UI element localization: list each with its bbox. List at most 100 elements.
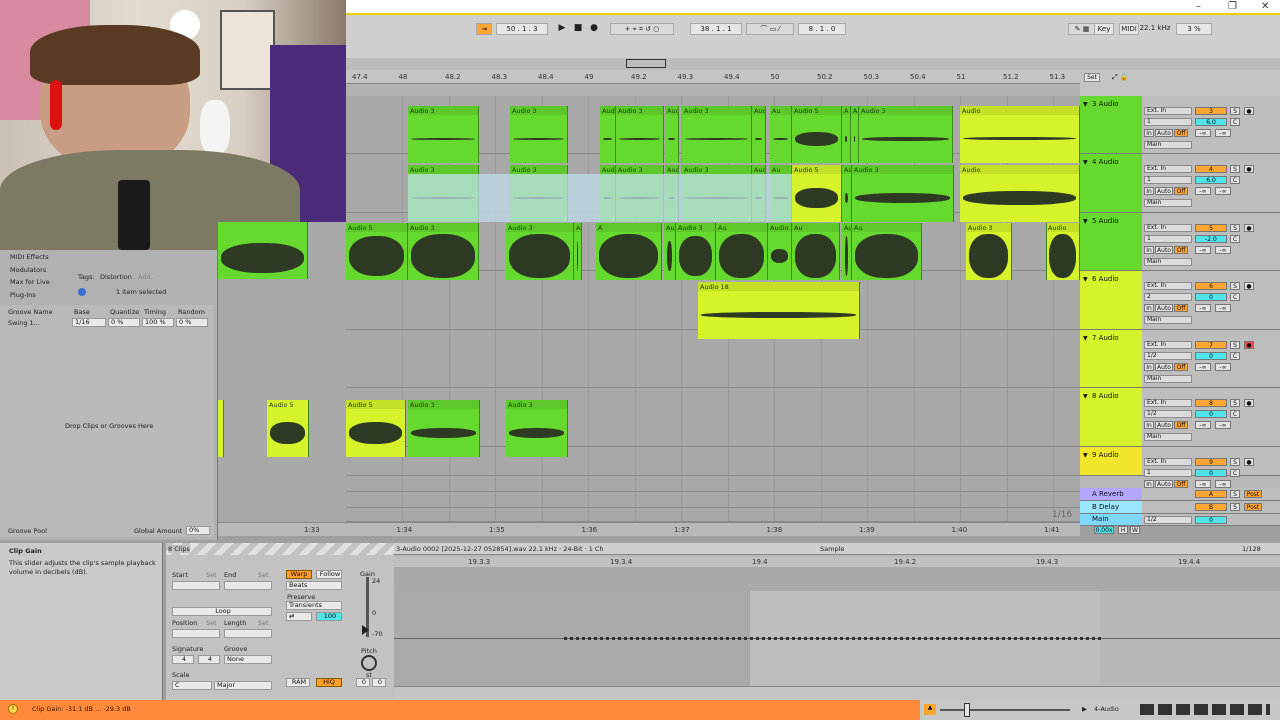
overview-viewport[interactable]	[626, 59, 666, 68]
length-field[interactable]	[224, 629, 272, 638]
status-arrow-icon[interactable]: ▶	[1082, 705, 1087, 713]
audio-clip[interactable]: Au	[770, 106, 792, 163]
position-set-button[interactable]: Set	[206, 619, 217, 627]
audio-clip[interactable]: Audio 3	[506, 400, 568, 457]
send-a[interactable]: -∞	[1195, 246, 1211, 254]
audio-clip[interactable]: Au	[716, 223, 768, 280]
track-name[interactable]: 8 Audio	[1092, 392, 1119, 400]
start-set-button[interactable]: Set	[206, 571, 217, 579]
audio-clip[interactable]: Audio	[1046, 223, 1080, 280]
input-channel-select[interactable]: 1	[1144, 469, 1192, 477]
output-select[interactable]: Main	[1144, 258, 1192, 266]
track-name[interactable]: 3 Audio	[1092, 100, 1119, 108]
monitor-in[interactable]: In	[1144, 246, 1154, 254]
input-channel-select[interactable]: 1	[1144, 118, 1192, 126]
fold-icon[interactable]: ▼	[1083, 335, 1088, 342]
monitor-off[interactable]: Off	[1174, 246, 1188, 254]
browser-item-midi-effects[interactable]: MIDI Effects	[10, 253, 49, 261]
audio-clip[interactable]: Aud	[600, 106, 616, 163]
monitor-auto[interactable]: Auto	[1155, 480, 1173, 488]
input-channel-select[interactable]: 1/2	[1144, 410, 1192, 418]
audio-clip[interactable]: Audio 3	[859, 106, 953, 163]
return-post[interactable]: Post	[1244, 503, 1262, 511]
global-amount-field[interactable]: 0%	[186, 526, 210, 535]
output-select[interactable]: Main	[1144, 141, 1192, 149]
loop-mode-select[interactable]: ⇄	[286, 612, 312, 621]
solo-button[interactable]: S	[1230, 282, 1240, 290]
audio-clip[interactable]: A	[596, 223, 662, 280]
track-volume[interactable]: 6.0	[1195, 118, 1227, 126]
audio-clip[interactable]: Audio 3	[664, 223, 676, 280]
audio-clip[interactable]	[218, 400, 224, 457]
fold-icon[interactable]: ▼	[1083, 101, 1088, 108]
pan-value[interactable]: C	[1230, 118, 1240, 126]
monitor-in[interactable]: In	[1144, 129, 1154, 137]
follow-button[interactable]: Follow	[316, 570, 342, 579]
audio-clip[interactable]: Aud	[665, 106, 679, 163]
solo-button[interactable]: S	[1230, 399, 1240, 407]
input-type-select[interactable]: Ext. In	[1144, 458, 1192, 466]
send-a[interactable]: -∞	[1195, 363, 1211, 371]
monitor-auto[interactable]: Auto	[1155, 187, 1173, 195]
track-volume[interactable]: 0	[1195, 352, 1227, 360]
track-header[interactable]: ▼ 3 Audio Ext. In 1 In Auto Off Main 3 6.…	[1080, 96, 1280, 154]
monitor-in[interactable]: In	[1144, 480, 1154, 488]
track-name[interactable]: 6 Audio	[1092, 275, 1119, 283]
pitch-fine[interactable]: 0	[372, 678, 386, 687]
time-ruler[interactable]: 1:33 1:34 1:35 1:36 1:37 1:38 1:39 1:40 1:41	[218, 522, 1080, 536]
track-name-area[interactable]: ▼ 9 Audio	[1080, 447, 1142, 475]
arm-button[interactable]: ●	[1244, 341, 1254, 349]
envelope-value[interactable]: 100	[316, 612, 342, 621]
clip-header[interactable]	[596, 223, 661, 232]
audio-clip[interactable]: Audio 5	[792, 165, 842, 222]
monitor-in[interactable]: In	[1144, 421, 1154, 429]
stop-icon[interactable]: ■	[572, 23, 584, 35]
browser-item-modulators[interactable]: Modulators	[10, 266, 46, 274]
return-activator[interactable]: B	[1195, 503, 1227, 511]
monitor-off[interactable]: Off	[1174, 187, 1188, 195]
pitch-knob[interactable]	[361, 655, 377, 671]
audio-clip[interactable]: Audio	[960, 106, 1080, 163]
status-zoom-slider[interactable]	[940, 709, 1070, 711]
audio-clip[interactable]: Audio 5	[842, 223, 852, 280]
return-name[interactable]: A Reverb	[1092, 490, 1124, 498]
audio-clip[interactable]: Audio 3	[408, 106, 479, 163]
w-button[interactable]: W	[1130, 526, 1140, 534]
track-volume[interactable]: 0	[1195, 469, 1227, 477]
track-activator[interactable]: 8	[1195, 399, 1227, 407]
return-name-area[interactable]: B Delay	[1080, 501, 1142, 513]
send-b[interactable]: -∞	[1215, 129, 1231, 137]
sample-ruler[interactable]: 19.3.3 19.3.4 19.4 19.4.2 19.4.3 19.4.4	[394, 557, 1280, 567]
track-header[interactable]: ▼ 7 Audio Ext. In 1/2 In Auto Off Main 7 …	[1080, 330, 1280, 388]
play-icon[interactable]: ▶	[556, 23, 568, 35]
track-header[interactable]: ▼ 4 Audio Ext. In 1 In Auto Off Main 4 6.…	[1080, 154, 1280, 213]
track-activator[interactable]: 3	[1195, 107, 1227, 115]
audio-clip[interactable]: Aud	[752, 106, 766, 163]
midi-map-button[interactable]: MIDI	[1119, 23, 1139, 35]
return-solo[interactable]: S	[1230, 490, 1240, 498]
track-volume[interactable]: -2.0	[1195, 235, 1227, 243]
loop-length[interactable]: 8 . 1 . 0	[798, 23, 846, 35]
return-track[interactable]: B Delay B S Post	[1080, 501, 1280, 514]
send-b[interactable]: -∞	[1215, 421, 1231, 429]
preserve-select[interactable]: Transients	[286, 601, 342, 610]
scale-key-select[interactable]: C	[172, 681, 212, 690]
sample-scrollbar[interactable]	[394, 686, 1280, 700]
send-a[interactable]: -∞	[1195, 480, 1211, 488]
ram-button[interactable]: RAM	[286, 678, 310, 687]
signature-den[interactable]: 4	[198, 655, 220, 664]
sample-tab[interactable]: Sample	[820, 545, 844, 553]
solo-button[interactable]: S	[1230, 107, 1240, 115]
arm-button[interactable]: ●	[1244, 282, 1254, 290]
groove-row-random[interactable]: 0 %	[176, 318, 208, 327]
input-type-select[interactable]: Ext. In	[1144, 399, 1192, 407]
output-select[interactable]: Main	[1144, 316, 1192, 324]
main-name-area[interactable]: Main	[1080, 514, 1142, 525]
set-locator-button[interactable]: Set	[1084, 73, 1100, 82]
solo-button[interactable]: S	[1230, 341, 1240, 349]
input-channel-select[interactable]: 1/2	[1144, 352, 1192, 360]
groove-row-base[interactable]: 1/16	[72, 318, 106, 327]
audio-clip[interactable]: Au	[842, 165, 852, 222]
audio-clip[interactable]: Audio 3	[510, 106, 568, 163]
fold-icon[interactable]: ▼	[1083, 452, 1088, 459]
